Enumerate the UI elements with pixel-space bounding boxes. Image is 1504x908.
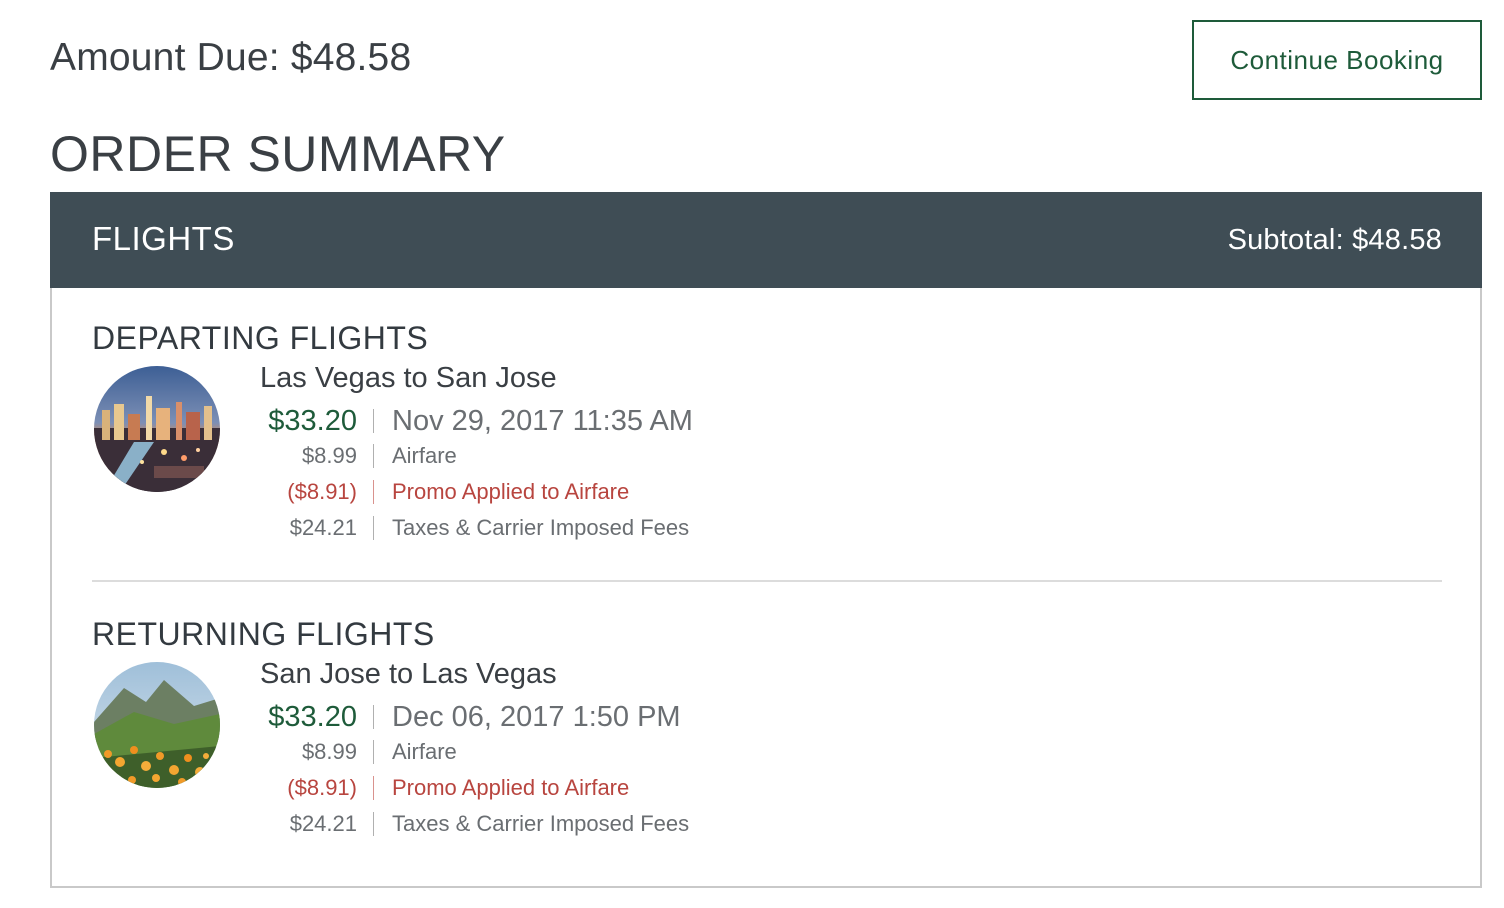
returning-flights-title: RETURNING FLIGHTS bbox=[92, 616, 435, 652]
divider bbox=[373, 409, 374, 433]
amount-due: Amount Due: $48.58 bbox=[50, 36, 412, 79]
returning-airfare-row: $8.99 Airfare bbox=[92, 734, 992, 770]
departing-total-row: $33.20 Nov 29, 2017 11:35 AM bbox=[92, 403, 992, 439]
returning-airfare-label: Airfare bbox=[392, 739, 457, 764]
departing-flights-title: DEPARTING FLIGHTS bbox=[92, 320, 429, 356]
returning-promo-label: Promo Applied to Airfare bbox=[392, 775, 630, 800]
returning-promo-row: ($8.91) Promo Applied to Airfare bbox=[92, 770, 992, 806]
continue-booking-button[interactable]: Continue Booking bbox=[1192, 20, 1482, 100]
divider bbox=[373, 516, 374, 540]
departing-route: Las Vegas to San Jose bbox=[260, 362, 557, 394]
divider bbox=[373, 812, 374, 836]
returning-airfare-amount: $8.99 bbox=[301, 739, 357, 764]
divider bbox=[373, 444, 374, 468]
returning-taxes-label: Taxes & Carrier Imposed Fees bbox=[392, 811, 690, 836]
returning-datetime: Dec 06, 2017 1:50 PM bbox=[392, 700, 681, 733]
departing-airfare-amount: $8.99 bbox=[301, 443, 357, 468]
returning-route: San Jose to Las Vegas bbox=[260, 658, 557, 690]
departing-taxes-amount: $24.21 bbox=[289, 515, 357, 540]
returning-total-amount: $33.20 bbox=[268, 700, 357, 733]
returning-taxes-amount: $24.21 bbox=[289, 811, 357, 836]
flights-panel: FLIGHTS Subtotal: $48.58 DEPARTING FLIGH… bbox=[50, 192, 1482, 888]
flights-panel-header: FLIGHTS Subtotal: $48.58 bbox=[50, 192, 1482, 288]
returning-promo-amount: ($8.91) bbox=[287, 775, 357, 800]
departing-total-amount: $33.20 bbox=[268, 404, 357, 437]
returning-total-row: $33.20 Dec 06, 2017 1:50 PM bbox=[92, 699, 992, 735]
divider bbox=[373, 480, 374, 504]
returning-taxes-row: $24.21 Taxes & Carrier Imposed Fees bbox=[92, 806, 992, 842]
section-divider bbox=[92, 580, 1442, 582]
flights-subtotal: Subtotal: $48.58 bbox=[1227, 224, 1442, 256]
divider bbox=[373, 705, 374, 729]
departing-promo-row: ($8.91) Promo Applied to Airfare bbox=[92, 474, 992, 510]
divider bbox=[373, 776, 374, 800]
order-summary-title: ORDER SUMMARY bbox=[50, 126, 506, 182]
departing-promo-label: Promo Applied to Airfare bbox=[392, 479, 630, 504]
departing-airfare-row: $8.99 Airfare bbox=[92, 438, 992, 474]
departing-datetime: Nov 29, 2017 11:35 AM bbox=[392, 404, 693, 437]
departing-taxes-label: Taxes & Carrier Imposed Fees bbox=[392, 515, 690, 540]
departing-airfare-label: Airfare bbox=[392, 443, 457, 468]
divider bbox=[373, 740, 374, 764]
departing-promo-amount: ($8.91) bbox=[287, 479, 357, 504]
departing-taxes-row: $24.21 Taxes & Carrier Imposed Fees bbox=[92, 510, 992, 546]
flights-title: FLIGHTS bbox=[92, 220, 235, 257]
